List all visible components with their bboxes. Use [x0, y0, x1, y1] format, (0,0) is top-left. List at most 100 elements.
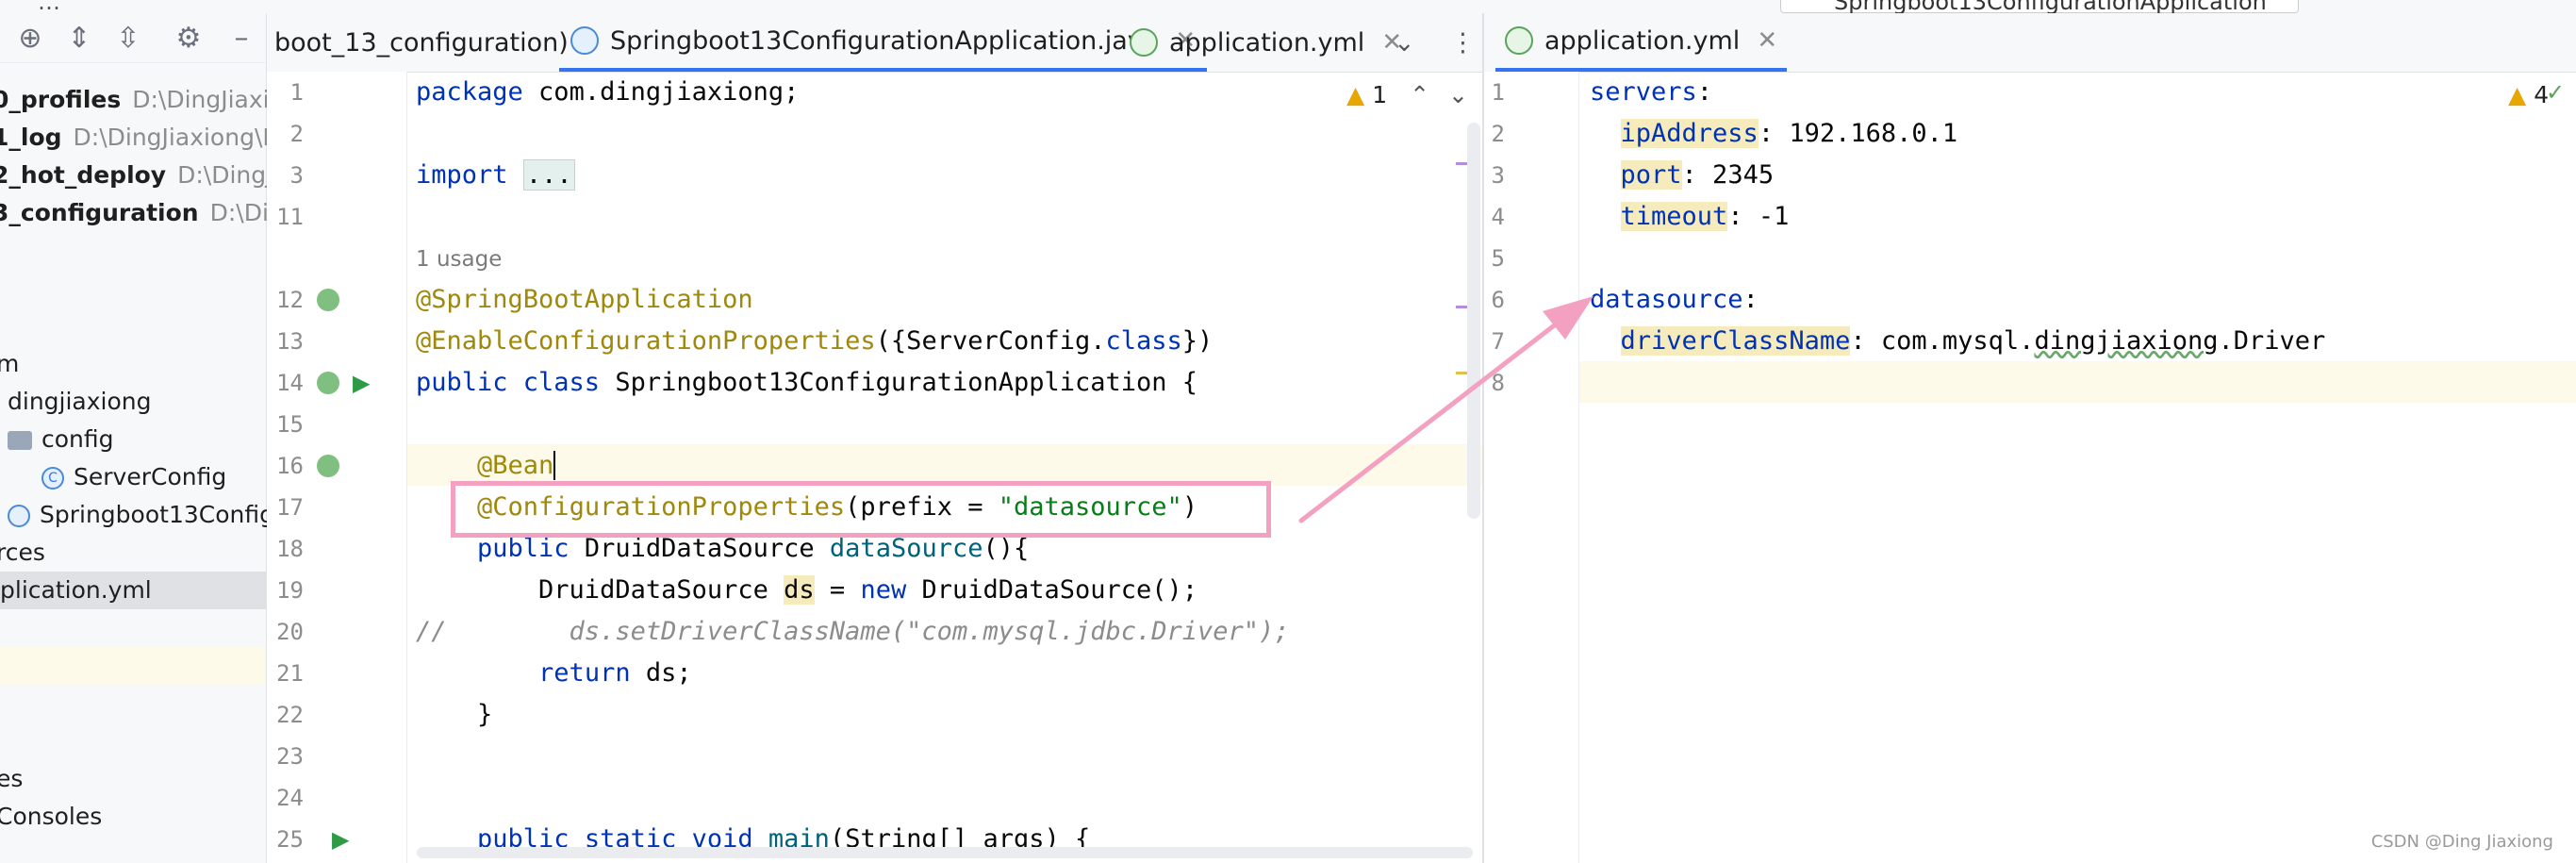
collapse-all-icon[interactable]: ⇳: [109, 19, 147, 57]
yml-line-3[interactable]: port: 2345: [1590, 160, 1774, 190]
tree-item-serverconfig[interactable]: C ServerConfig: [41, 458, 226, 496]
line-number: 3: [289, 162, 304, 189]
horizontal-scrollbar[interactable]: [417, 847, 1473, 858]
line-number: 24: [276, 785, 304, 811]
code-line-1[interactable]: package com.dingjiaxiong;: [416, 77, 799, 107]
line-number: 18: [276, 536, 304, 562]
tree-item-selected[interactable]: plication.yml: [0, 572, 266, 609]
tree-item-label: ServerConfig: [74, 463, 227, 490]
expand-all-icon[interactable]: ⇕: [60, 19, 98, 57]
warning-icon: ▲: [2508, 81, 2527, 108]
tab-application-java[interactable]: Springboot13ConfigurationApplication.jav…: [559, 13, 1208, 72]
tree-item-label: dingjiaxiong: [8, 388, 152, 415]
line-number: 14: [276, 370, 304, 396]
line-number: 23: [276, 743, 304, 770]
line-number: 1: [289, 79, 304, 106]
java-class-icon: [570, 26, 599, 55]
tree-item-config[interactable]: config: [8, 421, 114, 458]
code-line-22[interactable]: }: [416, 700, 492, 729]
line-number: 19: [276, 577, 304, 604]
project-name: 3_configuration: [0, 199, 199, 226]
code-line-13[interactable]: @EnableConfigurationProperties({ServerCo…: [416, 326, 1213, 356]
line-number: 12: [276, 287, 304, 313]
tree-item-label: plication.yml: [0, 576, 152, 604]
check-icon: ✓: [2546, 79, 2566, 106]
line-number: 17: [276, 494, 304, 521]
current-line-highlight: [1579, 361, 2576, 403]
watermark: CSDN @Ding Jiaxiong: [2370, 832, 2553, 852]
yml-line-1[interactable]: servers:: [1590, 77, 1712, 107]
tree-item[interactable]: dingjiaxiong: [8, 383, 152, 421]
code-line-19[interactable]: DruidDataSource ds = new DruidDataSource…: [416, 575, 1197, 605]
code-line-20[interactable]: // ds.setDriverClassName("com.mysql.jdbc…: [416, 617, 1290, 646]
tree-item-label: rces: [0, 539, 45, 566]
tree-item[interactable]: es: [0, 760, 23, 798]
tree-item[interactable]: rces: [0, 534, 45, 572]
gear-icon[interactable]: ⚙: [170, 19, 207, 57]
project-toolbar: ⊕ ⇕ ⇳ ⚙ –: [0, 13, 266, 63]
line-number: 25: [276, 826, 304, 853]
tree-item-label: Consoles: [0, 803, 103, 830]
spring-class-icon: [8, 505, 30, 527]
run-icon[interactable]: ▶: [332, 826, 349, 853]
chevron-down-icon[interactable]: ⌄: [1394, 13, 1415, 72]
line-number: 7: [1491, 328, 1505, 355]
tree-row-highlight: [0, 647, 266, 685]
yml-file-icon: [1130, 28, 1158, 57]
tab-application-yml[interactable]: application.yml ✕: [1130, 13, 1402, 72]
tree-item[interactable]: m: [0, 345, 19, 383]
code-line-12[interactable]: @SpringBootApplication: [416, 285, 753, 314]
tab-label: application.yml: [1169, 27, 1365, 58]
yml-line-4[interactable]: timeout: -1: [1590, 202, 1789, 231]
tree-item-label: es: [0, 765, 24, 792]
spring-bean-icon[interactable]: [317, 289, 339, 311]
line-number: 20: [276, 619, 304, 645]
yml-line-6[interactable]: datasource:: [1590, 285, 1759, 314]
chevron-up-icon[interactable]: ⌃: [1410, 81, 1429, 108]
run-configuration-label: Springboot13ConfigurationApplication: [1834, 0, 2267, 14]
tree-item-label: config: [41, 425, 114, 453]
yml-line-7[interactable]: driverClassName: com.mysql.dingjiaxiong.…: [1590, 326, 2325, 356]
top-navigation-bar: … Springboot13ConfigurationApplication: [0, 0, 2576, 14]
close-icon[interactable]: ✕: [1757, 26, 1777, 55]
line-number: 22: [276, 702, 304, 728]
code-line-14[interactable]: public class Springboot13ConfigurationAp…: [416, 368, 1197, 397]
line-number: 16: [276, 453, 304, 479]
warning-indicator[interactable]: ▲ 4: [2508, 81, 2549, 108]
project-item[interactable]: 1_log D:\DingJiaxiong\Id: [0, 119, 285, 157]
line-number: 5: [1491, 245, 1505, 272]
line-number: 3: [1491, 162, 1505, 189]
spring-bean-icon[interactable]: [317, 455, 339, 477]
class-icon: C: [41, 467, 64, 490]
line-number: 8: [1491, 370, 1505, 396]
code-line-18[interactable]: public DruidDataSource dataSource(){: [416, 534, 1029, 563]
tab-application-yml-right[interactable]: application.yml ✕: [1495, 13, 1788, 72]
line-number: 2: [1491, 121, 1505, 147]
line-number: 6: [1491, 287, 1505, 313]
folder-icon: [8, 431, 32, 450]
tab-project-config[interactable]: boot_13_configuration): [274, 13, 569, 72]
right-editor-tab-bar: application.yml ✕: [1484, 13, 2576, 73]
usage-hint[interactable]: 1 usage: [416, 247, 502, 272]
line-number: 11: [276, 204, 304, 230]
line-number: 4: [1491, 204, 1505, 230]
project-name: 1_log: [0, 124, 62, 151]
line-number: 15: [276, 411, 304, 438]
project-name: 2_hot_deploy: [0, 161, 167, 189]
run-icon[interactable]: ▶: [353, 370, 370, 396]
more-icon[interactable]: ⋮: [1450, 13, 1476, 72]
line-number: 13: [276, 328, 304, 355]
locate-icon[interactable]: ⊕: [11, 19, 49, 57]
spring-bean-icon[interactable]: [317, 372, 339, 394]
editor-tab-bar: boot_13_configuration) Springboot13Confi…: [267, 13, 1483, 73]
code-line-3[interactable]: import ...: [416, 159, 575, 191]
warning-count: 1: [1372, 81, 1388, 108]
code-line-21[interactable]: return ds;: [416, 658, 692, 688]
yml-file-icon: [1505, 26, 1533, 55]
tree-item[interactable]: Consoles: [0, 798, 102, 836]
yml-line-2[interactable]: ipAddress: 192.168.0.1: [1590, 119, 1957, 148]
warning-icon: ▲: [1346, 81, 1365, 108]
code-line-16[interactable]: @Bean: [416, 451, 556, 480]
hide-panel-icon[interactable]: –: [223, 19, 260, 57]
line-number: 21: [276, 660, 304, 687]
